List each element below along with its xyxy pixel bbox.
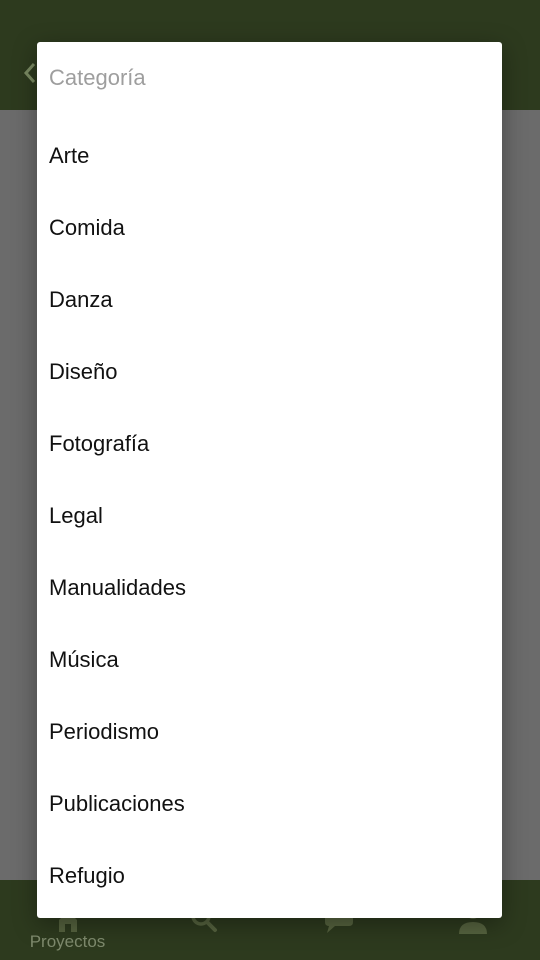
category-option-diseno[interactable]: Diseño [37, 336, 502, 408]
category-option-fotografia[interactable]: Fotografía [37, 408, 502, 480]
dialog-title: Categoría [49, 65, 146, 90]
back-arrow-icon[interactable] [22, 62, 38, 84]
category-option-legal[interactable]: Legal [37, 480, 502, 552]
category-option-refugio[interactable]: Refugio [37, 840, 502, 912]
category-dialog: Categoría Arte Comida Danza Diseño Fotog… [37, 42, 502, 918]
category-option-list: Arte Comida Danza Diseño Fotografía Lega… [37, 120, 502, 912]
category-option-arte[interactable]: Arte [37, 120, 502, 192]
category-option-musica[interactable]: Música [37, 624, 502, 696]
category-option-danza[interactable]: Danza [37, 264, 502, 336]
category-option-publicaciones[interactable]: Publicaciones [37, 768, 502, 840]
category-option-periodismo[interactable]: Periodismo [37, 696, 502, 768]
category-option-manualidades[interactable]: Manualidades [37, 552, 502, 624]
category-option-comida[interactable]: Comida [37, 192, 502, 264]
